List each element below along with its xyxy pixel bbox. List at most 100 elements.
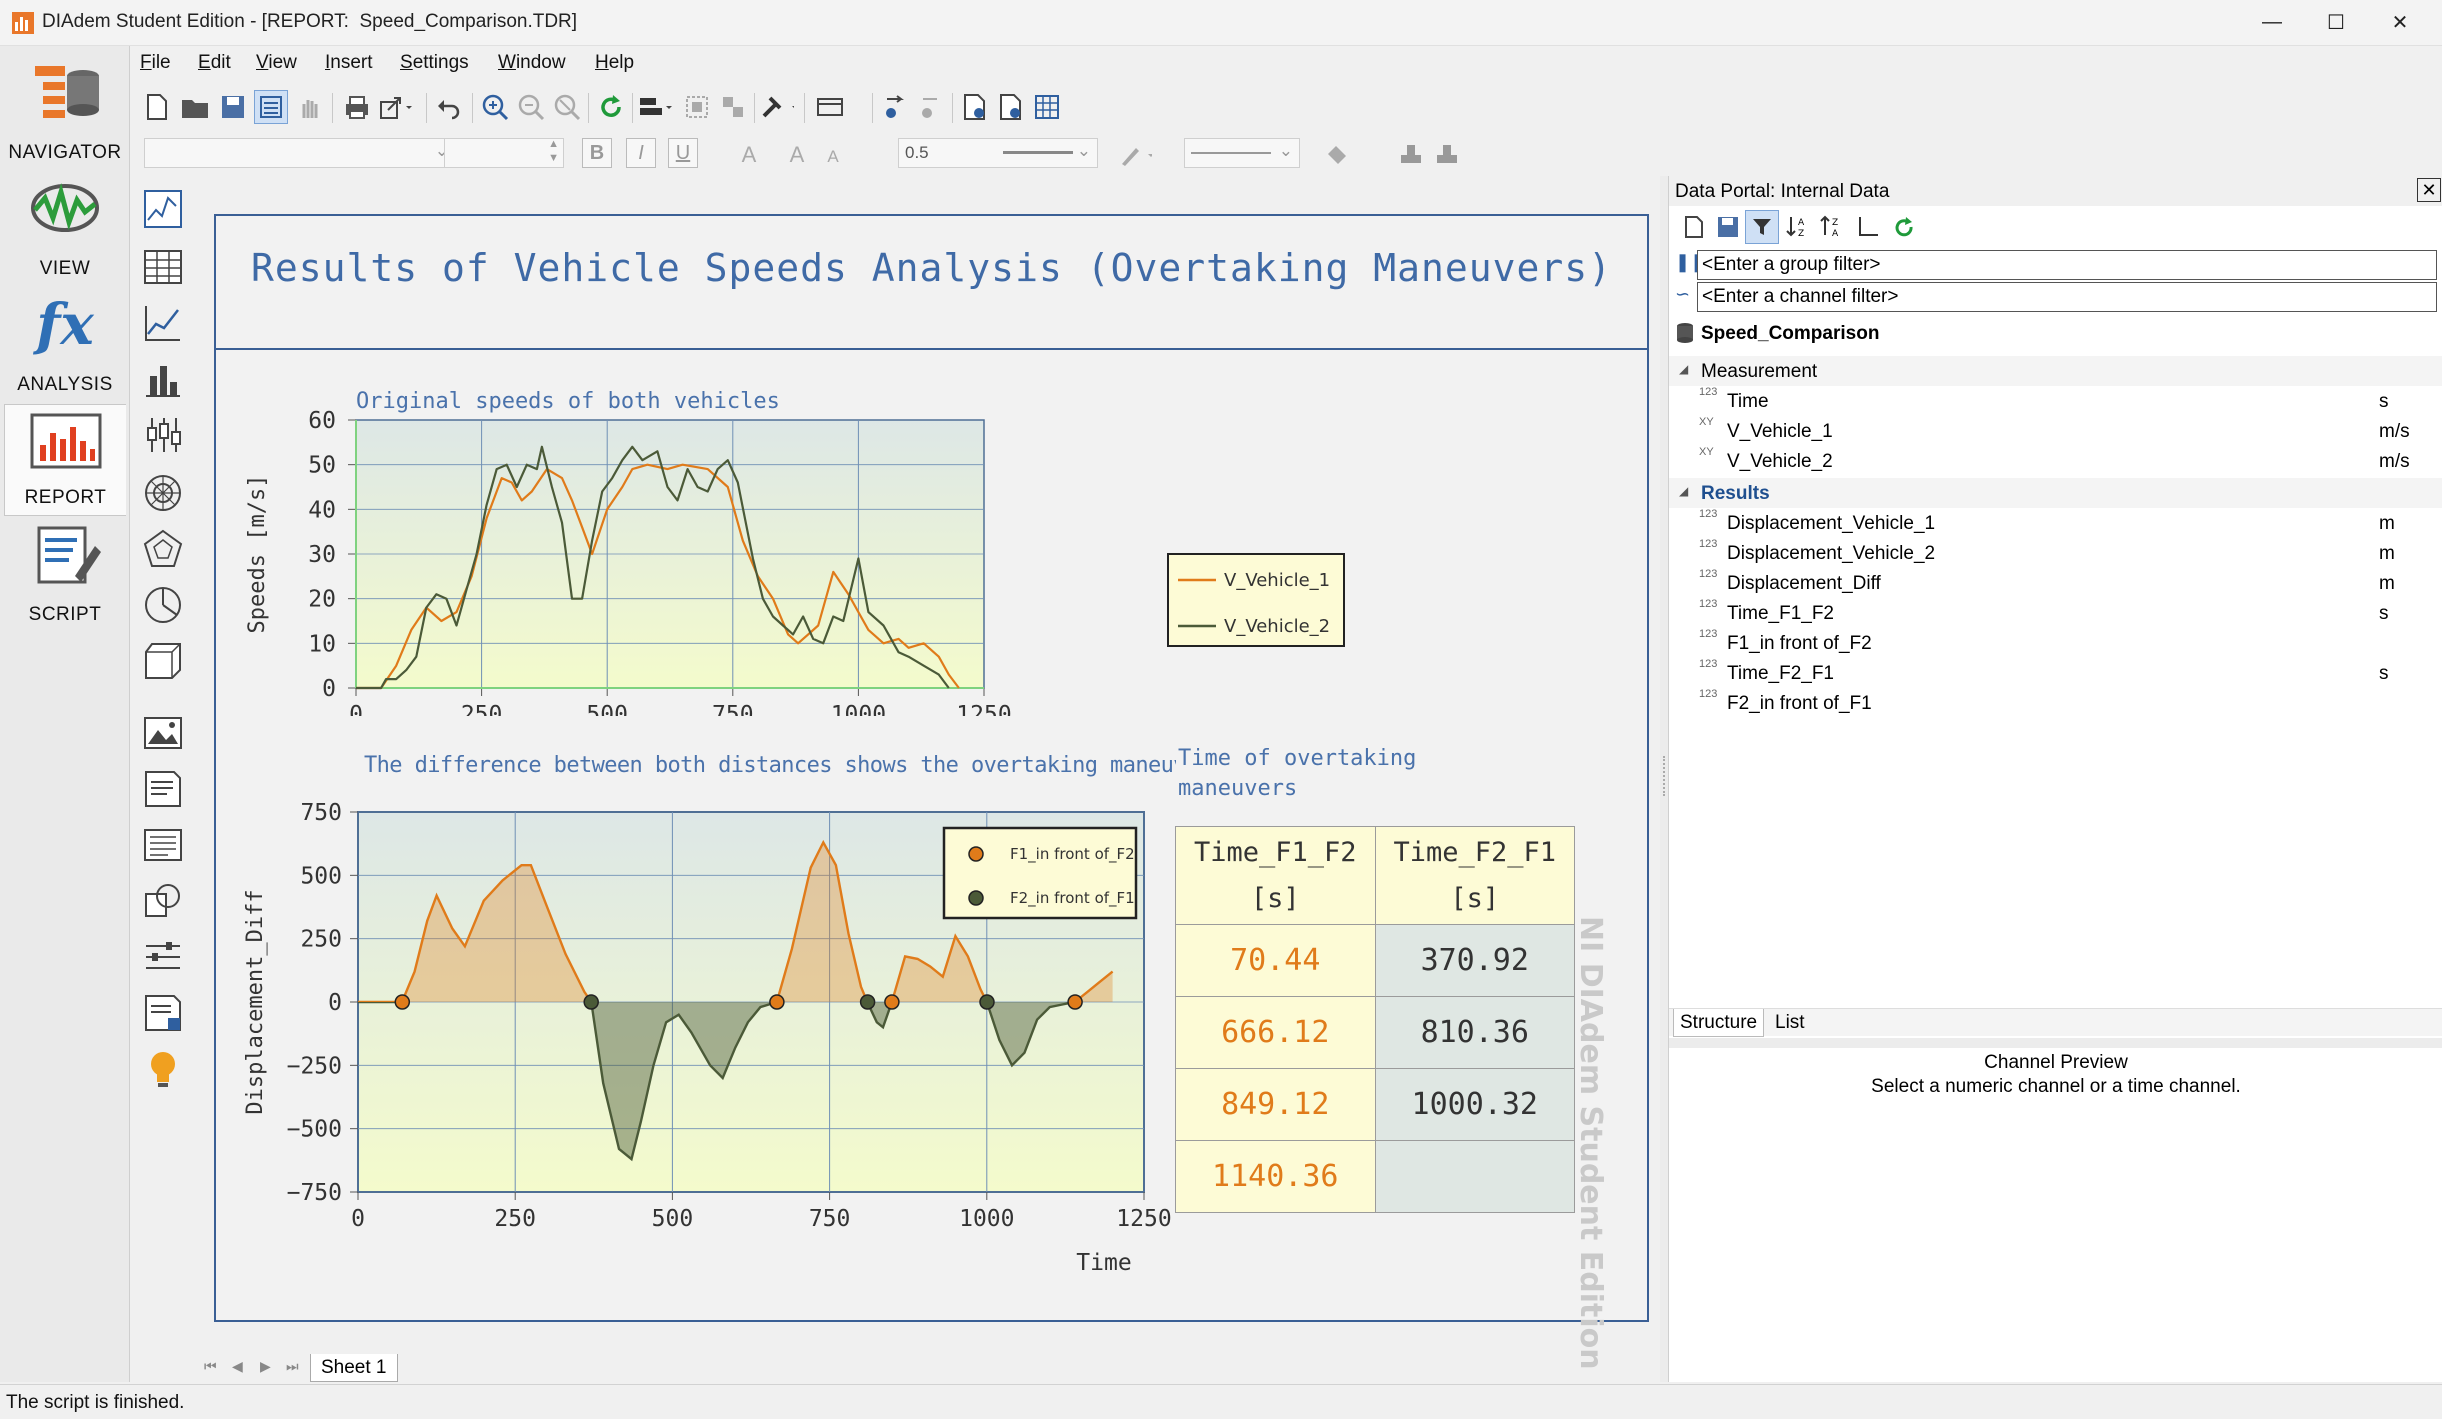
pan-button[interactable] [292,90,326,124]
speeds-chart[interactable]: 0 250 500 750 1000 1250 0 10 20 30 40 50 60 Original … [216,356,1651,716]
script-run-button[interactable] [878,90,912,124]
tool-box-plot[interactable] [140,412,186,458]
tool-line-plot[interactable] [140,300,186,346]
tool-pie-chart[interactable] [140,582,186,628]
data-portal-toggle[interactable] [254,90,288,124]
report-title[interactable]: Results of Vehicle Speeds Analysis (Over… [216,246,1647,290]
tool-bar-chart[interactable] [140,356,186,402]
portal-filter-button[interactable] [1745,210,1779,244]
tool-text[interactable] [140,766,186,812]
print-button[interactable] [340,90,374,124]
portal-new-button[interactable] [1677,210,1711,244]
portal-close-button[interactable]: ✕ [2417,178,2441,202]
channel-row[interactable]: 123 Displacement_Vehicle_2 m [1669,538,2442,568]
menu-file[interactable]: File [140,52,171,74]
collapse-icon[interactable]: ◢ [1679,484,1688,498]
italic-button[interactable]: I [626,138,656,168]
channel-row[interactable]: XY V_Vehicle_1 m/s [1669,416,2442,446]
settings-tools-button[interactable] [760,90,794,124]
stamp-settings-button[interactable] [1430,138,1464,172]
portal-refresh-button[interactable] [1887,210,1921,244]
line-width-combo[interactable]: 0.5 ⌄ [898,138,1098,168]
group-filter-input[interactable]: <Enter a group filter> [1697,250,2437,280]
underline-button[interactable]: U [668,138,698,168]
tool-polar-plot[interactable] [140,470,186,516]
close-button[interactable]: ✕ [2368,0,2432,44]
menu-window[interactable]: Window [498,52,566,74]
tool-control[interactable] [140,934,186,980]
channel-row[interactable]: 123 Time_F2_F1 s [1669,658,2442,688]
channel-filter-input[interactable]: <Enter a channel filter> [1697,282,2437,312]
font-shrink-button[interactable]: A [816,140,850,174]
menu-edit[interactable]: Edit [198,52,231,74]
nav-navigator[interactable]: NAVIGATOR [4,58,126,170]
nav-script[interactable]: SCRIPT [4,520,126,632]
channel-row[interactable]: 123 F2_in front of_F1 [1669,688,2442,718]
tool-radar-plot[interactable] [140,526,186,572]
menu-view[interactable]: View [256,52,297,74]
stamp-button[interactable] [1394,138,1428,172]
preview-splitter[interactable] [1669,1038,2442,1048]
group-measurement[interactable]: ◢ Measurement [1669,356,2442,386]
undo-button[interactable] [432,90,466,124]
file-node[interactable]: Speed_Comparison [1669,318,2442,348]
page-info-button[interactable] [994,90,1028,124]
tool-form[interactable] [140,990,186,1036]
fill-color-button[interactable] [1322,138,1356,172]
sort-descending-button[interactable]: ZA [1815,210,1849,244]
font-size-combo[interactable]: ▲ ▼ [444,138,564,168]
open-button[interactable] [178,90,212,124]
portal-axis-button[interactable] [1851,210,1885,244]
collapse-icon[interactable]: ◢ [1679,362,1688,376]
tab-sheet-1[interactable]: Sheet 1 [310,1354,398,1382]
channel-row[interactable]: 123 Displacement_Vehicle_1 m [1669,508,2442,538]
tab-list[interactable]: List [1769,1012,1811,1034]
nav-analysis[interactable]: fx ANALYSIS [4,290,126,402]
prev-sheet-icon[interactable]: ◀ [232,1358,243,1375]
displacement-chart[interactable]: 0 250 500 750 1000 1250 750 500 250 0 −250 −500 −750… [216,744,1176,1304]
portal-save-button[interactable] [1711,210,1745,244]
grid-button[interactable] [1030,90,1064,124]
report-sheet[interactable]: Results of Vehicle Speeds Analysis (Over… [214,214,1651,1370]
refresh-button[interactable] [594,90,628,124]
tool-text-list[interactable] [140,822,186,868]
layout-button[interactable] [812,90,846,124]
tool-image[interactable] [140,710,186,756]
group-button[interactable] [680,90,714,124]
script-stop-button[interactable] [914,90,948,124]
align-button[interactable] [638,90,672,124]
nav-report[interactable]: REPORT [4,404,126,516]
menu-insert[interactable]: Insert [325,52,373,74]
font-color-button[interactable]: A [732,138,766,172]
bold-button[interactable]: B [582,138,612,168]
channel-row[interactable]: 123 Time s [1669,386,2442,416]
menu-settings[interactable]: Settings [400,52,469,74]
font-grow-button[interactable]: A [780,138,814,172]
sort-ascending-button[interactable]: AZ [1781,210,1815,244]
portal-splitter[interactable] [1660,176,1668,1382]
page-settings-button[interactable] [958,90,992,124]
menu-help[interactable]: Help [595,52,634,74]
overtaking-times-table[interactable]: Time_F1_F2 [s] Time_F2_F1 [s] 70.44 370.92 … [1175,826,1575,1213]
save-button[interactable] [216,90,250,124]
first-sheet-icon[interactable]: ⏮ [204,1358,217,1375]
font-name-combo[interactable]: ⌄ [144,138,456,168]
maximize-button[interactable]: ☐ [2304,0,2368,44]
channel-row[interactable]: 123 Time_F1_F2 s [1669,598,2442,628]
tool-table[interactable] [140,244,186,290]
channel-row[interactable]: 123 Displacement_Diff m [1669,568,2442,598]
nav-view[interactable]: VIEW [4,174,126,286]
tab-structure[interactable]: Structure [1673,1009,1765,1037]
line-style-combo[interactable]: ⌄ [1184,138,1300,168]
next-sheet-icon[interactable]: ▶ [260,1358,271,1375]
tool-3d-axis[interactable] [140,638,186,684]
ungroup-button[interactable] [716,90,750,124]
tool-hint[interactable] [140,1046,186,1092]
tool-shape[interactable] [140,878,186,924]
new-button[interactable] [140,90,174,124]
export-button[interactable] [378,90,412,124]
last-sheet-icon[interactable]: ⏭ [286,1358,299,1375]
zoom-in-button[interactable] [478,90,512,124]
zoom-reset-button[interactable] [550,90,584,124]
line-color-button[interactable] [1118,138,1152,172]
